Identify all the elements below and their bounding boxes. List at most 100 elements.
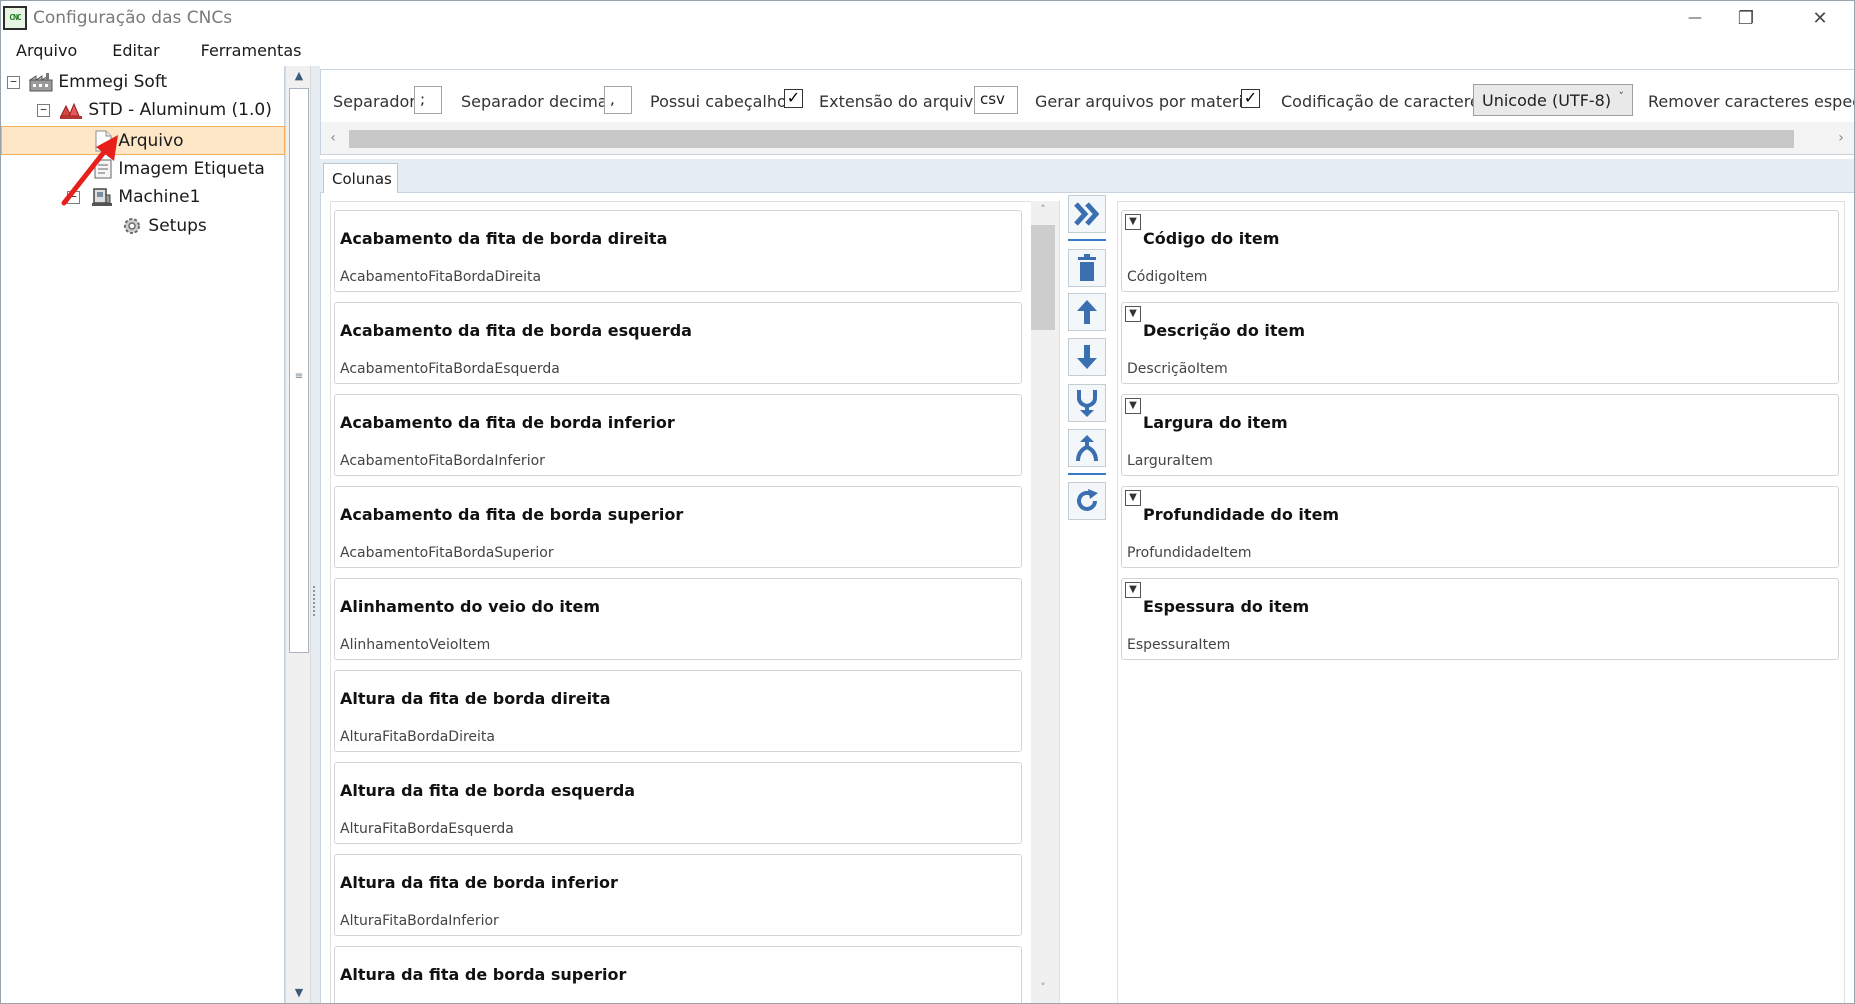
tab-colunas[interactable]: Colunas: [323, 163, 398, 194]
menu-bar: Arquivo Editar Ferramentas: [1, 37, 1854, 65]
annotation-arrow-icon: [61, 135, 118, 206]
column-title: Acabamento da fita de borda inferior: [340, 413, 675, 432]
available-columns-scroll-thumb[interactable]: [1031, 225, 1055, 330]
tree-item-label: Imagem Etiqueta: [118, 159, 265, 179]
options-scroll-thumb[interactable]: [349, 130, 1794, 148]
menu-ferramentas[interactable]: Ferramentas: [175, 37, 317, 65]
minimize-button[interactable]: —: [1666, 1, 1724, 35]
restore-button[interactable]: ❐: [1717, 1, 1775, 35]
expand-checkbox-icon[interactable]: ▼: [1125, 306, 1141, 322]
arrow-up-icon: [1077, 300, 1097, 324]
pallet-icon: [60, 102, 82, 119]
available-column-item[interactable]: Altura da fita de borda esquerda AlturaF…: [334, 762, 1022, 844]
splitter-grip-icon: [313, 586, 317, 616]
expand-checkbox-icon[interactable]: ▼: [1125, 582, 1141, 598]
tree-vertical-scrollbar[interactable]: ▲ ≡ ▼: [285, 66, 312, 1003]
trash-icon: [1078, 254, 1096, 281]
arrow-down-icon: [1077, 345, 1097, 369]
reset-columns-button[interactable]: [1068, 482, 1106, 520]
tree-item-label: Machine1: [118, 187, 201, 207]
column-title: Profundidade do item: [1143, 505, 1340, 524]
column-field: LarguraItem: [1127, 453, 1213, 469]
expand-checkbox-icon[interactable]: ▼: [1125, 398, 1141, 414]
header-checkbox[interactable]: ✓: [784, 89, 803, 108]
column-title: Acabamento da fita de borda superior: [340, 505, 684, 524]
header-label: Possui cabeçalho: [650, 92, 787, 111]
available-columns-scrollbar[interactable]: ˄ ˅: [1031, 201, 1059, 1003]
expand-checkbox-icon[interactable]: ▼: [1125, 214, 1141, 230]
available-column-item[interactable]: Altura da fita de borda direita AlturaFi…: [334, 670, 1022, 752]
column-field: AcabamentoFitaBordaSuperior: [340, 545, 554, 561]
move-down-button[interactable]: [1068, 338, 1106, 376]
available-column-item[interactable]: Alinhamento do veio do item AlinhamentoV…: [334, 578, 1022, 660]
column-title: Alinhamento do veio do item: [340, 597, 601, 616]
column-title: Espessura do item: [1143, 597, 1310, 616]
column-field: AcabamentoFitaBordaInferior: [340, 453, 545, 469]
available-column-item[interactable]: Acabamento da fita de borda superior Aca…: [334, 486, 1022, 568]
tree-item-emmegi-soft[interactable]: Emmegi Soft: [28, 68, 168, 96]
scroll-down-icon[interactable]: ▼: [286, 986, 312, 999]
selected-column-item[interactable]: ▼ Código do item CódigoItem: [1121, 210, 1839, 292]
scroll-left-icon[interactable]: ‹: [321, 130, 345, 146]
gear-icon: [124, 218, 140, 234]
selected-column-item[interactable]: ▼ Descrição do item DescriçãoItem: [1121, 302, 1839, 384]
column-field: ProfundidadeItem: [1127, 545, 1252, 561]
selected-columns-list: ▼ Código do item CódigoItem ▼ Descrição …: [1117, 201, 1845, 1003]
tree-item-std-aluminum[interactable]: STD - Aluminum (1.0): [59, 96, 272, 124]
chevron-down-icon: ˅: [1618, 90, 1625, 103]
per-material-checkbox[interactable]: ✓: [1241, 89, 1260, 108]
scroll-up-icon[interactable]: ˄: [1031, 203, 1055, 216]
separator-input[interactable]: ;: [414, 86, 442, 114]
column-field: AlturaFitaBordaInferior: [340, 913, 499, 929]
expand-checkbox-icon[interactable]: ▼: [1125, 490, 1141, 506]
title-bar: CNC Configuração das CNCs — ❐ ✕: [1, 1, 1854, 35]
add-columns-button[interactable]: [1068, 195, 1106, 233]
column-title: Altura da fita de borda esquerda: [340, 781, 636, 800]
column-field: AcabamentoFitaBordaDireita: [340, 269, 542, 285]
extension-input[interactable]: csv: [974, 86, 1018, 114]
config-tree: − Emmegi Soft − STD - Aluminum (1.0) Arq…: [1, 66, 285, 1003]
selected-column-item[interactable]: ▼ Largura do item LarguraItem: [1121, 394, 1839, 476]
available-column-item[interactable]: Altura da fita de borda superior: [334, 946, 1022, 1003]
menu-arquivo[interactable]: Arquivo: [1, 37, 92, 65]
scroll-up-icon[interactable]: ▲: [286, 69, 312, 82]
tree-item-label: Arquivo: [118, 131, 184, 151]
column-field: DescriçãoItem: [1127, 361, 1228, 377]
column-title: Código do item: [1143, 229, 1280, 248]
close-button[interactable]: ✕: [1791, 1, 1849, 35]
selected-column-item[interactable]: ▼ Espessura do item EspessuraItem: [1121, 578, 1839, 660]
move-up-button[interactable]: [1068, 293, 1106, 331]
merge-columns-button[interactable]: [1068, 384, 1106, 422]
toolbar-separator: [1068, 239, 1106, 241]
column-field: AcabamentoFitaBordaEsquerda: [340, 361, 560, 377]
available-column-item[interactable]: Acabamento da fita de borda inferior Aca…: [334, 394, 1022, 476]
options-horizontal-scrollbar[interactable]: ‹ ›: [321, 122, 1854, 154]
file-options-panel: Separador ; Separador decimal , Possui c…: [320, 69, 1854, 155]
panel-splitter[interactable]: [311, 66, 320, 1003]
encoding-dropdown[interactable]: Unicode (UTF-8) ˅: [1473, 84, 1633, 116]
tree-item-setups[interactable]: Setups: [121, 212, 207, 240]
selected-column-item[interactable]: ▼ Profundidade do item ProfundidadeItem: [1121, 486, 1839, 568]
remove-column-button[interactable]: [1068, 249, 1106, 287]
scroll-down-icon[interactable]: ˅: [1031, 981, 1055, 994]
double-chevron-right-icon: [1074, 202, 1100, 226]
collapse-toggle-icon[interactable]: −: [37, 104, 50, 117]
tree-item-label: STD - Aluminum (1.0): [88, 100, 272, 120]
cnc-app-icon: CNC: [3, 6, 27, 30]
available-column-item[interactable]: Acabamento da fita de borda direita Acab…: [334, 210, 1022, 292]
extension-label: Extensão do arquivo: [819, 92, 983, 111]
available-column-item[interactable]: Acabamento da fita de borda esquerda Aca…: [334, 302, 1022, 384]
available-column-item[interactable]: Altura da fita de borda inferior AlturaF…: [334, 854, 1022, 936]
split-column-button[interactable]: [1068, 429, 1106, 467]
column-title: Altura da fita de borda direita: [340, 689, 611, 708]
collapse-toggle-icon[interactable]: −: [7, 76, 20, 89]
tree-item-label: Emmegi Soft: [58, 72, 168, 92]
scroll-right-icon[interactable]: ›: [1829, 130, 1853, 146]
decimal-separator-input[interactable]: ,: [604, 86, 632, 114]
grip-icon: ≡: [294, 371, 304, 382]
main-window: CNC Configuração das CNCs — ❐ ✕ Arquivo …: [0, 0, 1855, 1004]
tree-item-label: Setups: [148, 216, 207, 236]
column-field: CódigoItem: [1127, 269, 1208, 285]
menu-editar[interactable]: Editar: [92, 37, 174, 65]
column-title: Acabamento da fita de borda direita: [340, 229, 668, 248]
